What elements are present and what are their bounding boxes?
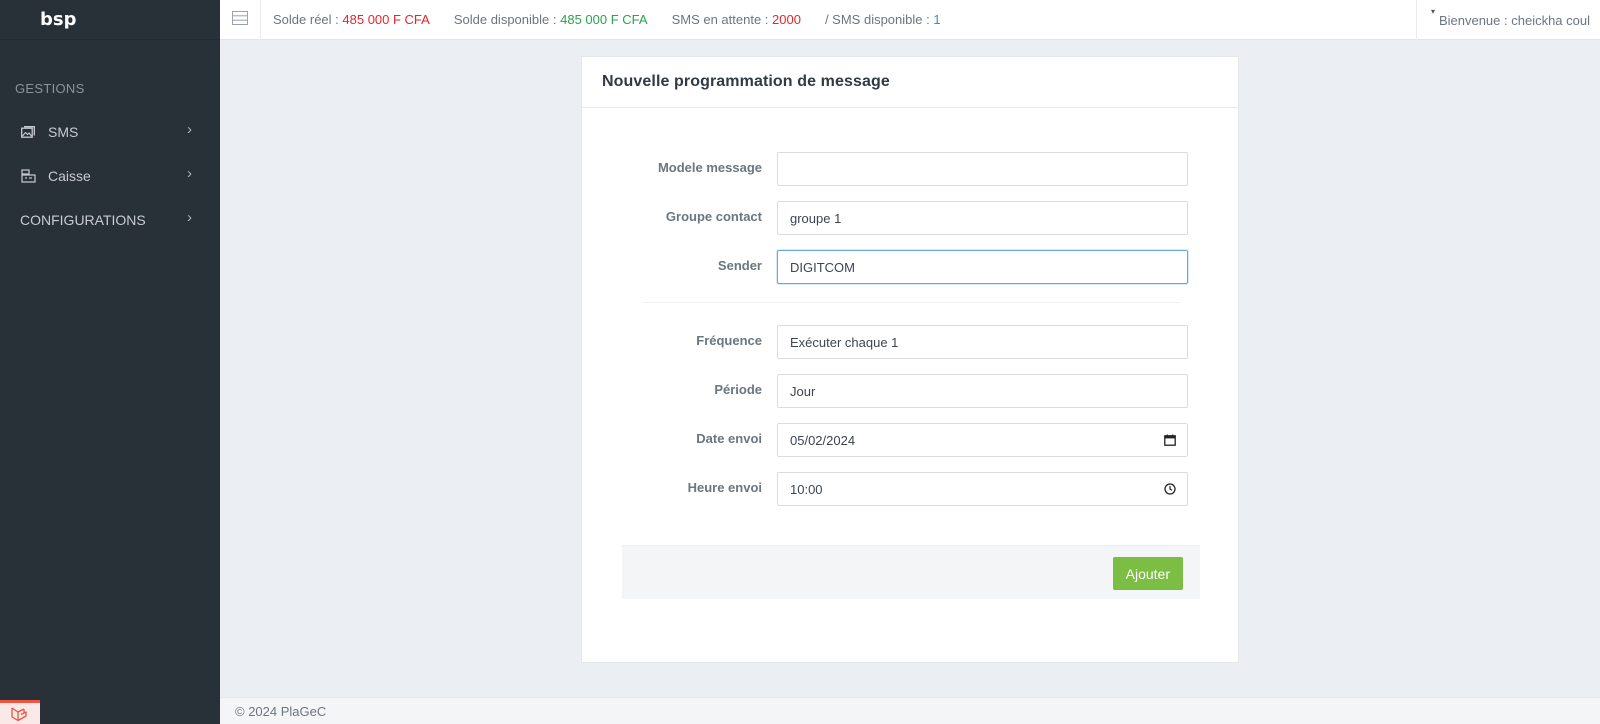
solde-disponible-value: 485 000 F CFA: [560, 12, 648, 27]
form-row-sender: Sender DIGITCOM: [582, 250, 1240, 284]
form-row-heure: Heure envoi 10:00: [582, 472, 1240, 506]
copyright-text: © 2024 PlaGeC: [235, 703, 327, 719]
sidebar-item-label: SMS: [48, 124, 79, 140]
field-label: Période: [714, 382, 762, 397]
sidebar-item-caisse[interactable]: Caisse ›: [0, 156, 220, 196]
periode-select[interactable]: Jour: [777, 374, 1188, 408]
form-row-modele: Modele message: [582, 152, 1240, 186]
solde-disponible: Solde disponible : 485 000 F CFA: [454, 12, 648, 27]
welcome-text: Bienvenue : cheickha coul: [1438, 12, 1590, 28]
ajouter-button[interactable]: Ajouter: [1112, 557, 1183, 590]
sidebar: bsp GESTIONS SMS › Caisse › CONFIGURATIO…: [0, 0, 220, 724]
form-row-groupe: Groupe contact groupe 1: [582, 201, 1240, 235]
field-label: Fréquence: [696, 333, 762, 348]
field-label: Groupe contact: [665, 209, 762, 224]
solde-reel: Solde réel : 485 000 F CFA: [273, 12, 430, 27]
solde-reel-label: Solde réel :: [273, 12, 339, 27]
solde-disponible-label: Solde disponible :: [453, 12, 557, 27]
sms-disponible: / SMS disponible : 1: [825, 12, 941, 27]
field-label: Date envoi: [696, 431, 762, 446]
form-row-frequence: Fréquence Exécuter chaque 1: [582, 325, 1240, 359]
solde-reel-value: 485 000 F CFA: [342, 12, 430, 27]
time-value: 10:00: [790, 481, 823, 497]
menu-toggle-button[interactable]: [220, 0, 261, 40]
clock-icon[interactable]: [1163, 482, 1177, 496]
brand-logo[interactable]: bsp: [0, 0, 220, 40]
sidebar-item-sms[interactable]: SMS ›: [0, 112, 220, 152]
field-label: Sender: [717, 258, 762, 273]
schedule-message-card: Nouvelle programmation de message Modele…: [581, 56, 1239, 663]
form-row-date: Date envoi 05/02/2024: [582, 423, 1240, 457]
date-envoi-input[interactable]: 05/02/2024: [777, 423, 1188, 457]
sms-disponible-value: 1: [933, 12, 941, 27]
sidebar-item-configurations[interactable]: CONFIGURATIONS ›: [0, 200, 220, 240]
chevron-right-icon: ›: [187, 121, 192, 138]
sms-en-attente-value: 2000: [772, 12, 801, 27]
sidebar-section-gestions: GESTIONS: [15, 81, 85, 96]
heure-envoi-input[interactable]: 10:00: [777, 472, 1188, 506]
calendar-icon[interactable]: [1163, 433, 1177, 447]
balance-stats: Solde réel : 485 000 F CFA Solde disponi…: [261, 12, 965, 27]
caret-down-icon: ▾: [1430, 7, 1435, 16]
sms-en-attente: SMS en attente : 2000: [672, 12, 801, 27]
brand-name: bsp: [40, 9, 77, 30]
laravel-icon[interactable]: [0, 700, 40, 724]
groupe-contact-select[interactable]: groupe 1: [777, 201, 1188, 235]
chevron-right-icon: ›: [187, 209, 192, 226]
chevron-right-icon: ›: [187, 165, 192, 182]
sms-en-attente-label: SMS en attente :: [671, 12, 769, 27]
date-value: 05/02/2024: [790, 432, 856, 448]
card-title: Nouvelle programmation de message: [582, 57, 1238, 108]
hamburger-icon: [232, 11, 248, 28]
form-row-periode: Période Jour: [582, 374, 1240, 408]
field-label: Heure envoi: [687, 480, 762, 495]
sidebar-item-label: Caisse: [48, 168, 91, 184]
sidebar-item-label: CONFIGURATIONS: [20, 212, 146, 228]
form-divider: [642, 302, 1180, 303]
frequence-select[interactable]: Exécuter chaque 1: [777, 325, 1188, 359]
form-actions: Ajouter: [622, 545, 1200, 599]
sender-input[interactable]: DIGITCOM: [777, 250, 1188, 284]
cash-register-icon: [20, 168, 36, 184]
sms-disponible-label: / SMS disponible :: [824, 12, 930, 27]
field-label: Modele message: [657, 160, 762, 175]
top-bar: Solde réel : 485 000 F CFA Solde disponi…: [220, 0, 1600, 40]
modele-message-select[interactable]: [777, 152, 1188, 186]
image-icon: [20, 124, 36, 140]
page-footer: © 2024 PlaGeC: [220, 697, 1600, 724]
user-menu[interactable]: ▾ Bienvenue : cheickha coul: [1415, 0, 1600, 40]
